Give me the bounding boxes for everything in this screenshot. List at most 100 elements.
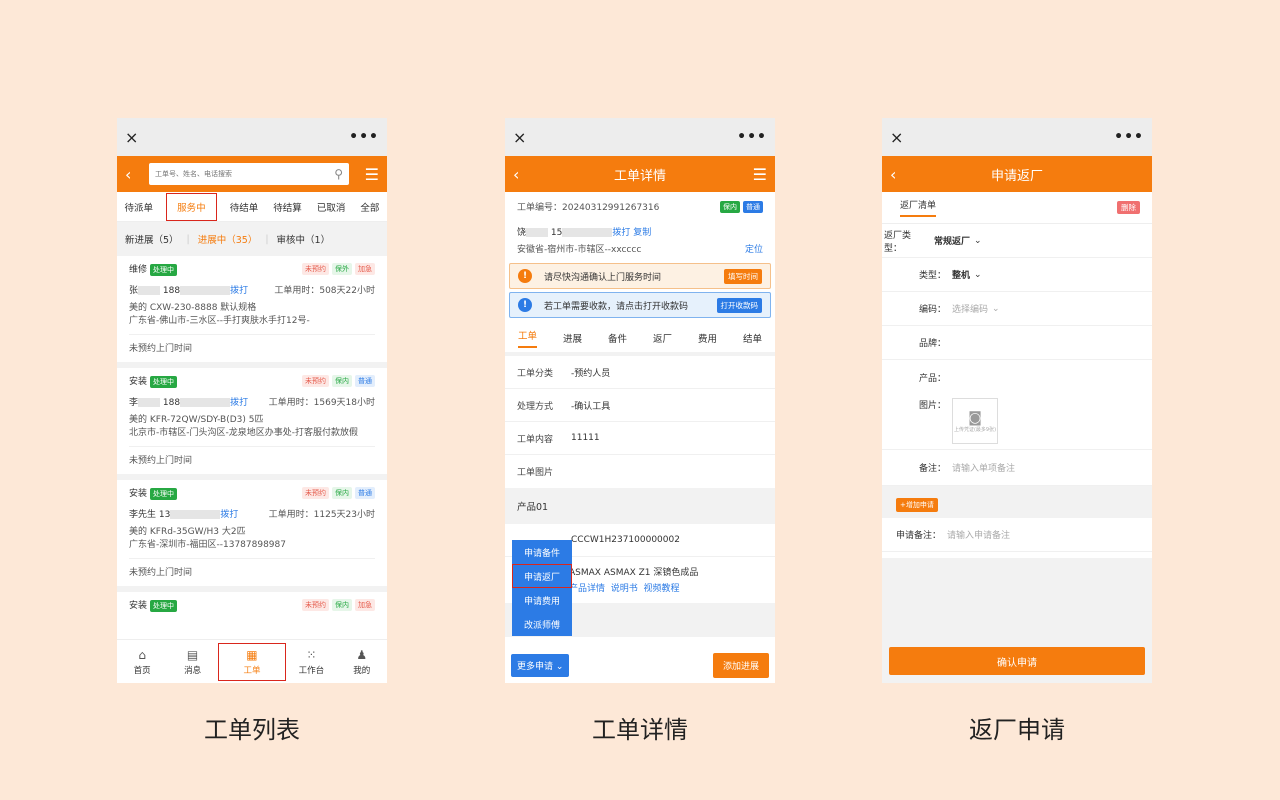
appointment-status: 未预约上门时间 [129, 334, 375, 362]
field-content: 工单内容 11111 [505, 422, 775, 455]
back-icon[interactable]: ‹ [125, 165, 145, 184]
apply-return-item[interactable]: 申请返厂 [512, 564, 572, 588]
product-info: 美的 KFR-72QW/SDY-B(D3) 5匹 [129, 415, 264, 425]
order-number: 工单编号：20240312991267316 [517, 203, 660, 213]
call-link[interactable]: 拨打 [230, 286, 248, 296]
tab-pending-settle[interactable]: 待结算 [271, 194, 304, 220]
nav-profile[interactable]: ♟ 我的 [337, 643, 387, 681]
customer-phone: 13 [158, 510, 171, 520]
call-link[interactable]: 拨打 [220, 510, 238, 520]
fill-time-button[interactable]: 填写时间 [724, 268, 762, 284]
message-icon: ▤ [186, 647, 199, 662]
call-link[interactable]: 拨打 [612, 228, 630, 238]
order-type: 安装 [129, 489, 148, 499]
product-detail-link[interactable]: 产品详情 [569, 584, 605, 594]
tab-return[interactable]: 返厂 [653, 331, 672, 345]
nav-workbench[interactable]: ⁙ 工作台 [286, 643, 336, 681]
apply-fees-item[interactable]: 申请费用 [512, 588, 572, 612]
more-icon[interactable]: ••• [737, 129, 767, 145]
remark-field[interactable]: 备注： 请输入单项备注 [882, 450, 1152, 486]
wechat-bar: × ••• [117, 118, 387, 156]
close-icon[interactable]: × [125, 128, 138, 147]
detail-tabs: 工单 进展 备件 返厂 费用 结单 [505, 324, 775, 356]
tab-pending-dispatch[interactable]: 待派单 [123, 194, 156, 220]
alert-icon: ! [518, 269, 532, 283]
search-icon[interactable]: ⚲ [334, 167, 343, 181]
upload-image-button[interactable]: ◙ 上传凭证(最多9张) [952, 398, 998, 444]
order-detail-screen: × ••• ‹ 工单详情 ☰ 工单编号：20240312991267316 保内… [505, 118, 775, 683]
sub-tabs: 新进展（5） | 进展中（35） | 审核中（1） [117, 222, 387, 256]
product-header: 产品01 [505, 488, 775, 524]
more-icon[interactable]: ••• [1114, 129, 1144, 145]
tab-order[interactable]: 工单 [517, 328, 537, 348]
info-icon: ! [518, 298, 532, 312]
customer-name: 饶 [517, 228, 527, 238]
tab-return-list[interactable]: 返厂清单 [900, 198, 937, 217]
order-card[interactable]: 安装 处理中 未预约 保内 加急 [117, 592, 387, 612]
add-apply-button[interactable]: +增加申请 [896, 498, 938, 512]
order-card[interactable]: 安装 处理中 未预约 保内 普通 李先生 13 拨打 工单用时：1125天23小时 美的… [117, 480, 387, 592]
close-icon[interactable]: × [890, 128, 903, 147]
tag-badge: 普通 [355, 487, 375, 499]
customer-name: 张 [129, 286, 139, 296]
caption-list: 工单列表 [204, 716, 300, 744]
more-apply-button[interactable]: 更多申请 ⌄ [511, 653, 570, 677]
more-icon[interactable]: ••• [349, 129, 379, 145]
customer-name: 李 [129, 398, 139, 408]
tab-progress[interactable]: 进展 [563, 331, 582, 345]
confirm-button[interactable]: 确认申请 [889, 647, 1145, 675]
add-progress-button[interactable]: 添加进展 [712, 652, 769, 678]
chevron-down-icon: ⌄ [974, 269, 982, 280]
back-icon[interactable]: ‹ [890, 165, 910, 184]
close-icon[interactable]: × [513, 128, 526, 147]
copy-link[interactable]: 复制 [633, 228, 651, 238]
tab-parts[interactable]: 备件 [608, 331, 627, 345]
code-select[interactable]: 编码： 选择编码 ⌄ [882, 292, 1152, 326]
image-field: 图片： ◙ 上传凭证(最多9张) [882, 394, 1152, 450]
back-icon[interactable]: ‹ [513, 165, 533, 184]
order-card[interactable]: 维修 处理中 未预约 保外 加急 张 188 拨打 工单用时：508天22小时 美的 C… [117, 256, 387, 368]
tab-all[interactable]: 全部 [358, 194, 381, 220]
wechat-bar: × ••• [505, 118, 775, 156]
schedule-notice: ! 请尽快沟通确认上门服务时间 填写时间 [509, 263, 771, 289]
nav-home[interactable]: ⌂ 首页 [117, 643, 167, 681]
reassign-item[interactable]: 改派师傅 [512, 612, 572, 636]
tab-fees[interactable]: 费用 [698, 331, 717, 345]
locate-link[interactable]: 定位 [745, 242, 763, 255]
customer-phone: 188 [162, 286, 181, 296]
status-badge: 处理中 [150, 488, 178, 500]
return-type-select[interactable]: 返厂类型： 常规返厂 ⌄ [882, 224, 1152, 258]
field-category: 工单分类 -预约人员 [505, 356, 775, 389]
search-input[interactable] [155, 170, 335, 178]
video-link[interactable]: 视频教程 [644, 584, 680, 594]
camera-icon: ◙ [968, 409, 982, 426]
address: 安徽省-宿州市-市辖区--xxcccc [517, 245, 642, 255]
open-qr-button[interactable]: 打开收款码 [716, 297, 762, 313]
tag-badge: 未预约 [302, 599, 329, 611]
type-select[interactable]: 类型： 整机 ⌄ [882, 258, 1152, 292]
grid-icon: ⁙ [306, 647, 317, 662]
apply-remark-field[interactable]: 申请备注： 请输入申请备注 [882, 518, 1152, 552]
delete-button[interactable]: 删除 [1117, 201, 1140, 214]
product-info: 美的 CXW-230-8888 默认规格 [129, 303, 257, 313]
tag-badge: 普通 [355, 375, 375, 387]
nav-messages[interactable]: ▤ 消息 [168, 643, 218, 681]
subtab-ongoing[interactable]: 进展中（35） [198, 232, 258, 246]
address: 广东省-深圳市-福田区--13787898987 [129, 540, 286, 550]
search-box[interactable]: ⚲ [149, 163, 349, 185]
tab-close[interactable]: 结单 [743, 331, 762, 345]
menu-icon[interactable]: ☰ [747, 165, 767, 184]
menu-icon[interactable]: ☰ [359, 165, 379, 184]
tab-in-service[interactable]: 服务中 [166, 192, 217, 221]
subtab-new[interactable]: 新进展（5） [125, 232, 179, 246]
nav-orders[interactable]: ▦ 工单 [217, 642, 286, 681]
elapsed-time: 工单用时：1125天23小时 [268, 510, 375, 520]
call-link[interactable]: 拨打 [230, 398, 248, 408]
customer-phone: 188 [162, 398, 181, 408]
manual-link[interactable]: 说明书 [611, 584, 638, 594]
tab-pending-close[interactable]: 待结单 [228, 194, 261, 220]
subtab-review[interactable]: 审核中（1） [277, 232, 331, 246]
apply-parts-item[interactable]: 申请备件 [512, 540, 572, 564]
order-card[interactable]: 安装 处理中 未预约 保内 普通 李 188 拨打 工单用时：1569天18小时 美的 … [117, 368, 387, 480]
tab-cancelled[interactable]: 已取消 [315, 194, 348, 220]
